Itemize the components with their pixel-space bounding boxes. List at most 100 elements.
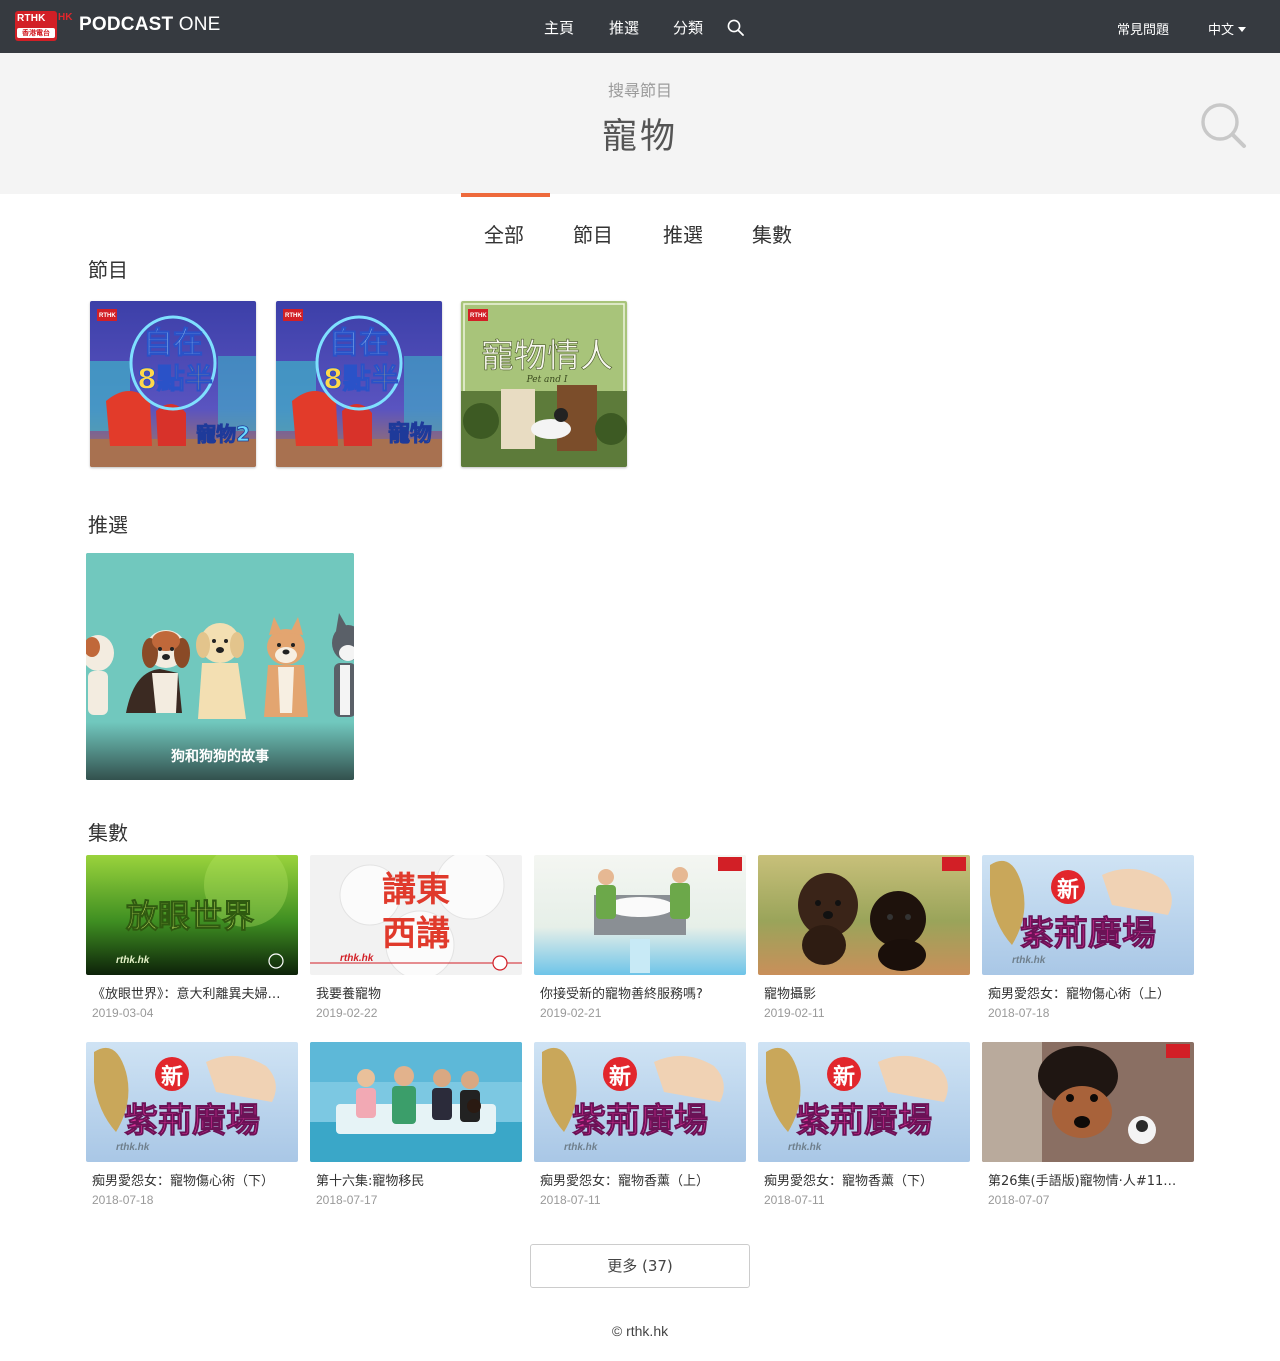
program-title-line1: 自在 [143, 326, 203, 361]
program-title: 寵物情人 [481, 336, 613, 375]
episode-title: 《放眼世界》：意大利離異夫婦爭奪愛犬撫養權 [92, 987, 292, 1002]
episode-card[interactable]: 你接受新的寵物善終服務嗎? 2019-02-21 [534, 855, 746, 1020]
episode-card[interactable]: 第十六集:寵物移民 2018-07-17 [310, 1042, 522, 1207]
episode-thumbnail [534, 855, 746, 975]
active-tab-indicator [461, 193, 550, 197]
featured-section-title: 推選 [88, 513, 128, 537]
episode-date: 2019-03-04 [92, 1006, 154, 1020]
program-subtitle: 寵物2 [196, 422, 250, 446]
featured-card[interactable]: 狗和狗狗的故事 [86, 553, 354, 780]
more-button[interactable]: 更多 (37) [530, 1244, 750, 1288]
episode-brand: rthk.hk [564, 1142, 598, 1153]
nav-featured[interactable]: 推選 [609, 17, 639, 38]
language-dropdown[interactable]: 中文 [1208, 19, 1247, 38]
caret-down-icon [1238, 27, 1247, 32]
episode-art-text: 講東 [382, 870, 450, 910]
episode-brand: rthk.hk [788, 1142, 822, 1153]
program-subtitle: Pet and I [526, 375, 568, 385]
app-title[interactable]: PODCAST ONE [79, 14, 221, 36]
logo-suffix: HK [58, 12, 73, 23]
episode-card[interactable]: 放眼世界 rthk.hk 《放眼世界》：意大利離異夫婦爭奪愛犬撫養權 2019-… [86, 855, 298, 1020]
program-logo-text: RTHK [470, 313, 487, 319]
episode-badge: 新 [161, 1064, 183, 1090]
episode-date: 2019-02-22 [316, 1006, 378, 1020]
program-cover: RTHK 自在 8點半 寵物 [276, 301, 442, 467]
episode-art-text: 西講 [382, 914, 450, 954]
episode-thumbnail [310, 1042, 522, 1162]
program-logo-text: RTHK [285, 313, 302, 319]
episode-card[interactable]: 新 紫荊廣場 rthk.hk 痴男愛怨女：寵物傷心術（下） 2018-07-18 [86, 1042, 298, 1207]
episode-title: 痴男愛怨女：寵物傷心術（下） [92, 1174, 275, 1189]
nav-faq[interactable]: 常見問題 [1117, 19, 1169, 38]
programs-section-title: 節目 [88, 258, 128, 282]
program-title-line2: 8點半 [323, 362, 398, 395]
search-label: 搜尋節目 [607, 81, 672, 100]
app-title-rest: ONE [173, 14, 221, 35]
episode-date: 2018-07-17 [316, 1193, 378, 1207]
episode-date: 2018-07-18 [92, 1193, 154, 1207]
episode-date: 2019-02-11 [764, 1006, 825, 1020]
program-logo-text: RTHK [99, 313, 116, 319]
episode-title: 第十六集:寵物移民 [316, 1174, 425, 1189]
footer-copyright[interactable]: © rthk.hk [0, 1323, 1280, 1339]
search-banner: 搜尋節目 寵物 [0, 53, 1280, 194]
episode-thumbnail [982, 1042, 1194, 1162]
program-cover: RTHK 寵物情人 Pet and I [461, 301, 627, 467]
episode-title: 痴男愛怨女：寵物香薰（上） [540, 1174, 710, 1189]
episode-thumbnail: 新 紫荊廣場 rthk.hk [534, 1042, 746, 1162]
program-title-line1: 自在 [329, 326, 389, 361]
tab-all[interactable]: 全部 [484, 219, 524, 248]
nav-categories[interactable]: 分類 [673, 17, 703, 38]
episode-brand: rthk.hk [116, 1142, 150, 1153]
tab-featured[interactable]: 推選 [663, 219, 703, 248]
episode-card[interactable]: 新 紫荊廣場 rthk.hk 痴男愛怨女：寵物香薰（上） 2018-07-11 [534, 1042, 746, 1207]
episode-art-text: 紫荊廣場 [124, 1101, 260, 1141]
featured-title: 狗和狗狗的故事 [171, 749, 269, 765]
tab-programs[interactable]: 節目 [573, 219, 613, 248]
app-title-bold: PODCAST [79, 14, 174, 35]
episode-badge: 新 [1057, 877, 1079, 903]
episode-date: 2018-07-07 [988, 1193, 1050, 1207]
episode-thumbnail [758, 855, 970, 975]
episode-art-text: 放眼世界 [126, 897, 254, 935]
episode-art-text: 紫荊廣場 [796, 1101, 932, 1141]
tab-episodes[interactable]: 集數 [752, 219, 792, 248]
episode-title: 痴男愛怨女：寵物傷心術（上） [988, 987, 1171, 1002]
episode-title: 痴男愛怨女：寵物香薰（下） [764, 1174, 934, 1189]
logo-subtitle: 香港電台 [17, 28, 55, 38]
episode-date: 2019-02-21 [540, 1006, 602, 1020]
episode-card[interactable]: 第26集(手語版)寵物情·人#11我的大耳朵 2018-07-07 [982, 1042, 1194, 1207]
episode-thumbnail: 新 紫荊廣場 rthk.hk [982, 855, 1194, 975]
episode-thumbnail: 講東 西講 rthk.hk [310, 855, 522, 975]
episodes-section-title: 集數 [88, 821, 128, 845]
logo-text: RTHK [17, 13, 46, 24]
program-card[interactable]: RTHK 寵物情人 Pet and I [461, 301, 627, 467]
episode-badge: 新 [609, 1064, 631, 1090]
nav-home[interactable]: 主頁 [544, 17, 574, 38]
episode-date: 2018-07-11 [764, 1193, 825, 1207]
episode-card[interactable]: 講東 西講 rthk.hk 我要養寵物 2019-02-22 [310, 855, 522, 1020]
episode-art-text: 紫荊廣場 [572, 1101, 708, 1141]
featured-caption: 狗和狗狗的故事 [86, 722, 354, 780]
top-navbar: RTHK HK 香港電台 PODCAST ONE 主頁 推選 分類 常見問題 中… [0, 0, 1280, 53]
episode-brand: rthk.hk [116, 955, 150, 966]
episode-title: 我要養寵物 [316, 987, 382, 1002]
episode-badge: 新 [833, 1064, 855, 1090]
search-icon[interactable] [727, 19, 744, 36]
program-card[interactable]: RTHK 自在 8點半 寵物2 [90, 301, 256, 467]
episode-title: 你接受新的寵物善終服務嗎? [540, 987, 703, 1002]
search-icon[interactable] [1199, 101, 1247, 149]
program-subtitle: 寵物 [388, 421, 432, 447]
episode-date: 2018-07-11 [540, 1193, 601, 1207]
rthk-logo[interactable]: RTHK HK 香港電台 [15, 11, 75, 41]
episode-card[interactable]: 新 紫荊廣場 rthk.hk 痴男愛怨女：寵物傷心術（上） 2018-07-18 [982, 855, 1194, 1020]
episode-thumbnail: 新 紫荊廣場 rthk.hk [758, 1042, 970, 1162]
program-cover: RTHK 自在 8點半 寵物2 [90, 301, 256, 467]
episode-card[interactable]: 新 紫荊廣場 rthk.hk 痴男愛怨女：寵物香薰（下） 2018-07-11 [758, 1042, 970, 1207]
episode-art-text: 紫荊廣場 [1020, 914, 1156, 954]
episode-brand: rthk.hk [340, 953, 374, 964]
episode-brand: rthk.hk [1012, 955, 1046, 966]
episode-card[interactable]: 寵物攝影 2019-02-11 [758, 855, 970, 1020]
episode-thumbnail: 新 紫荊廣場 rthk.hk [86, 1042, 298, 1162]
program-card[interactable]: RTHK 自在 8點半 寵物 [276, 301, 442, 467]
